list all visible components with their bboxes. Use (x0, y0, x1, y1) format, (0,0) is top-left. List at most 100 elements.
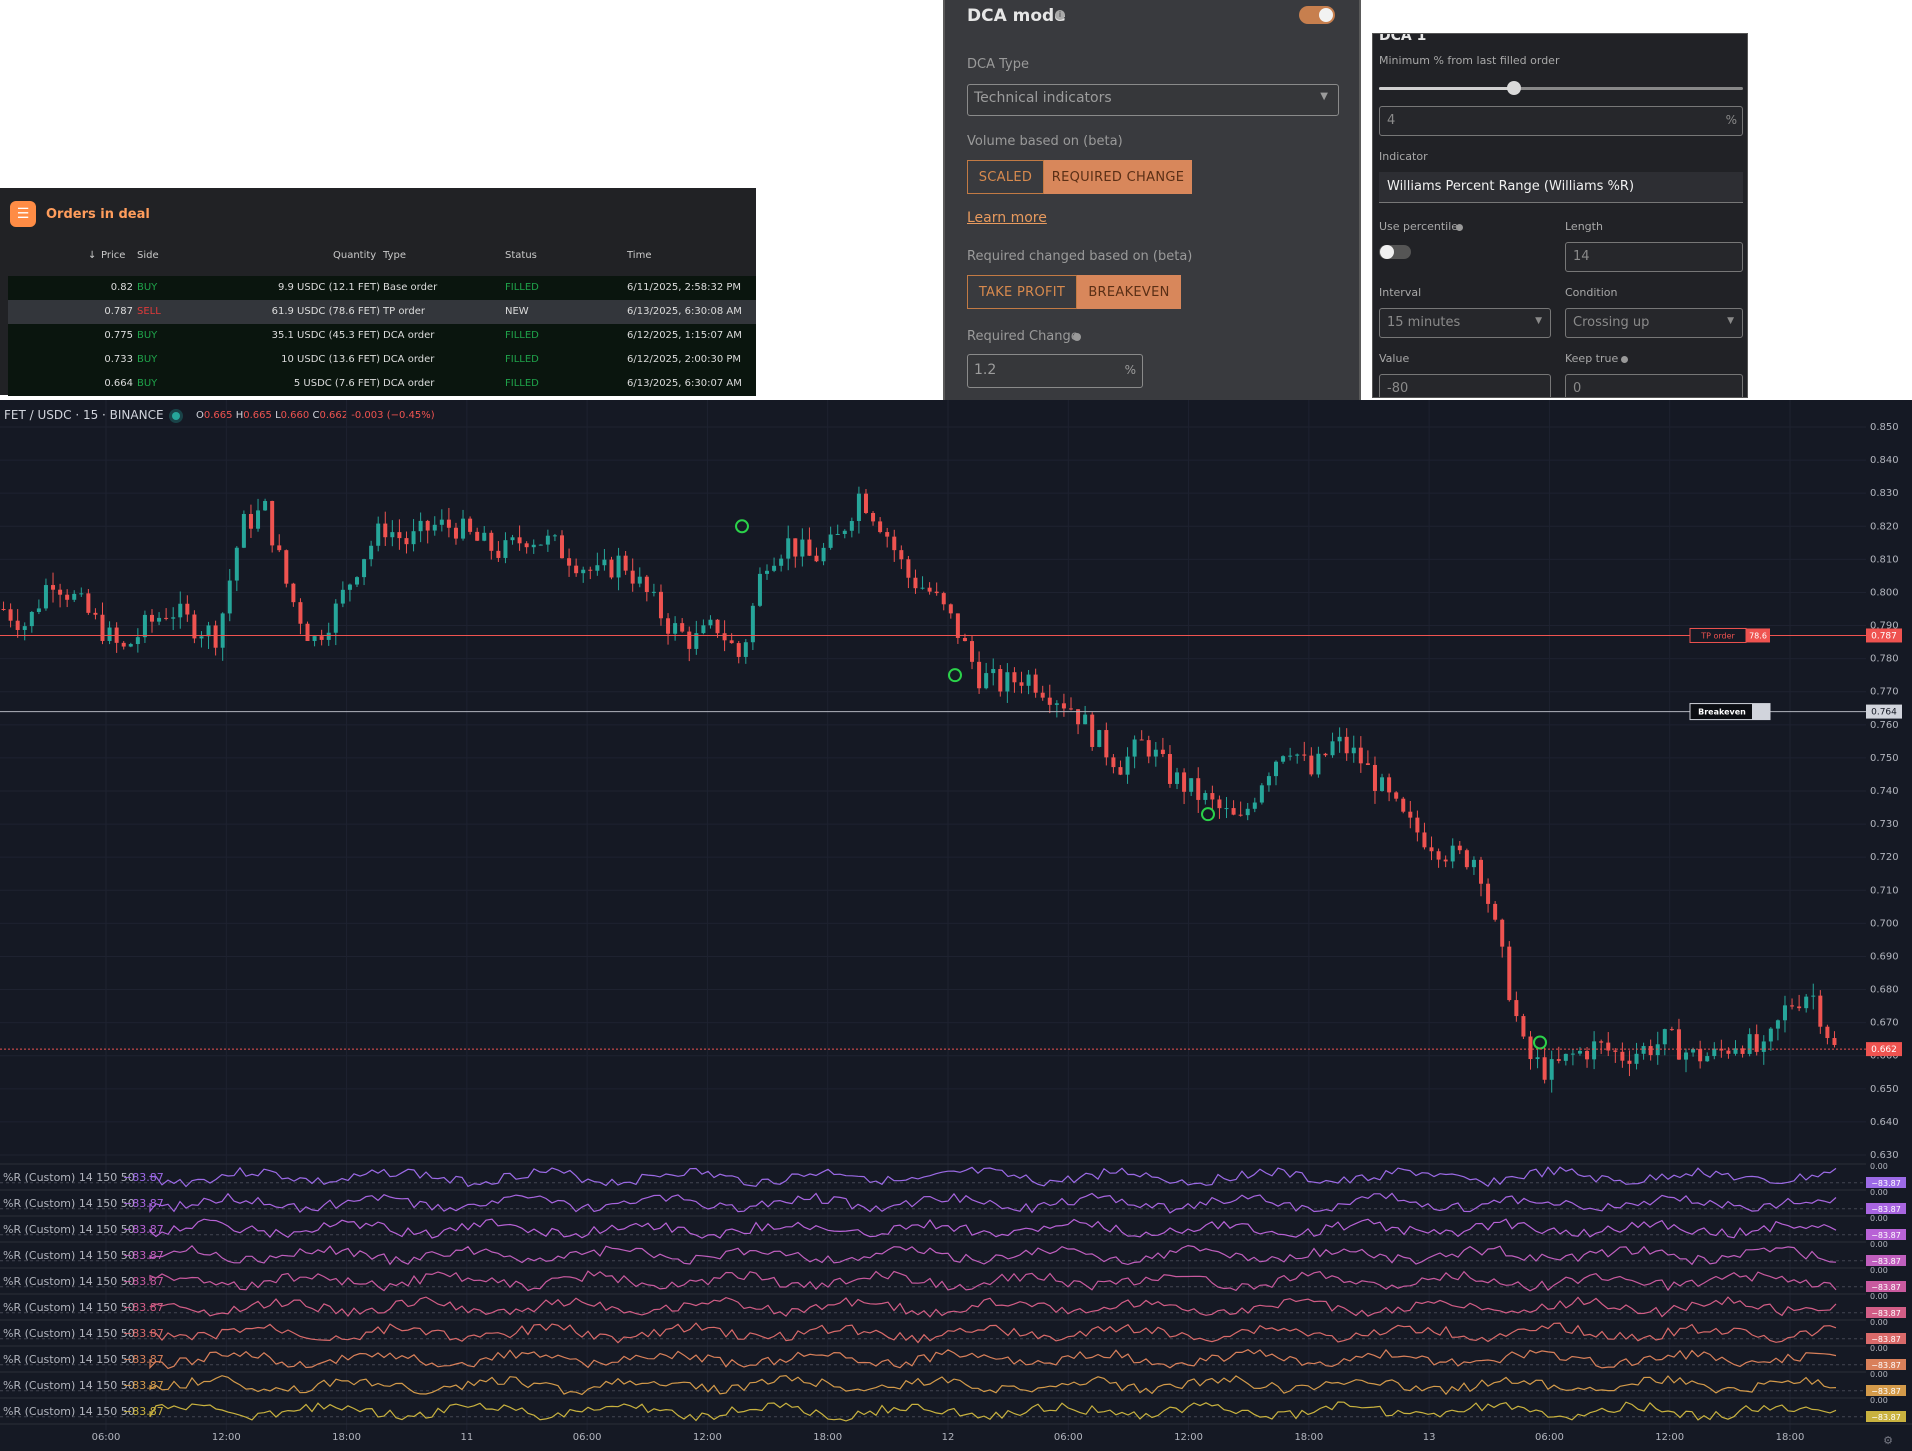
indicator-select[interactable]: Williams Percent Range (Williams %R) (1379, 172, 1743, 203)
col-status[interactable]: Status (505, 250, 537, 261)
order-type: DCA order (383, 378, 435, 389)
indicator-value: −83.87 (123, 1223, 164, 1236)
candle (948, 604, 953, 614)
indicator-label[interactable]: %R (Custom) 14 150 50 (3, 1171, 135, 1184)
col-quantity[interactable]: Quantity (333, 250, 376, 261)
dca-type-value: Technical indicators (974, 90, 1112, 106)
candle (998, 669, 1003, 692)
candle (651, 591, 656, 593)
length-label: Length (1565, 220, 1603, 233)
candle (1464, 850, 1469, 868)
indicator-tag-value: −83.87 (1871, 1179, 1901, 1188)
candle (1238, 814, 1243, 816)
indicator-tag-value: −83.87 (1871, 1387, 1901, 1396)
candle (701, 625, 706, 634)
dca-type-label: DCA Type (967, 57, 1029, 72)
table-row[interactable]: 0.82 BUY 9.9 USDC (12.1 FET) Base order FILL… (8, 276, 756, 300)
indicator-top-tick: 0.00 (1870, 1162, 1888, 1171)
length-input[interactable]: 14 (1565, 242, 1743, 272)
candle (1479, 859, 1484, 884)
candle (496, 550, 501, 558)
indicator-label[interactable]: %R (Custom) 14 150 50 (3, 1249, 135, 1262)
candle (149, 614, 154, 622)
orders-columns: ↓ Price Side Quantity Type Status Time (0, 250, 756, 264)
info-icon[interactable]: i (1055, 10, 1065, 20)
sort-arrow-icon[interactable]: ↓ (88, 250, 96, 261)
candle (793, 538, 798, 557)
candle (468, 518, 473, 532)
williams-r-line (149, 1192, 1837, 1214)
table-row[interactable]: 0.664 BUY 5 USDC (7.6 FET) DCA order FILLED 6… (8, 372, 756, 396)
required-change-button[interactable]: REQUIRED CHANGE (1044, 160, 1192, 194)
use-percentile-toggle[interactable] (1379, 245, 1411, 259)
table-row[interactable]: 0.775 BUY 35.1 USDC (45.3 FET) DCA order FIL… (8, 324, 756, 348)
candle (1676, 1029, 1681, 1060)
candle (1365, 763, 1370, 765)
candle (1655, 1044, 1660, 1056)
dca1-title: DCA 1 (1379, 33, 1427, 44)
candle (658, 591, 663, 619)
candle (1521, 1016, 1526, 1037)
candle (955, 613, 960, 638)
min-percent-input[interactable]: 4 % (1379, 106, 1743, 136)
breakeven-button[interactable]: BREAKEVEN (1077, 275, 1181, 309)
candle (93, 612, 98, 615)
price-chart[interactable]: FET / USDC · 15 · BINANCE O0.665 H0.665 … (0, 400, 1912, 1451)
value-input[interactable]: -80 (1379, 374, 1551, 397)
min-percent-slider-track[interactable] (1379, 81, 1743, 95)
indicator-label[interactable]: %R (Custom) 14 150 50 (3, 1197, 135, 1210)
dca-type-select[interactable]: Technical indicators ▼ (967, 84, 1339, 116)
candle (757, 573, 762, 606)
candle (842, 530, 847, 534)
scaled-button[interactable]: SCALED (967, 160, 1044, 194)
table-row[interactable]: 0.733 BUY 10 USDC (13.6 FET) DCA order FILLE… (8, 348, 756, 372)
dca-mode-toggle[interactable] (1299, 6, 1335, 24)
indicator-label[interactable]: %R (Custom) 14 150 50 (3, 1301, 135, 1314)
info-icon[interactable] (1456, 224, 1463, 231)
condition-select[interactable]: Crossing up ▼ (1565, 308, 1743, 338)
settings-gear-icon[interactable]: ⚙ (1883, 1434, 1893, 1447)
candle (750, 605, 755, 643)
indicator-label[interactable]: %R (Custom) 14 150 50 (3, 1353, 135, 1366)
col-price[interactable]: Price (101, 250, 125, 261)
indicator-label[interactable]: %R (Custom) 14 150 50 (3, 1327, 135, 1340)
percent-suffix: % (1725, 113, 1737, 127)
breakeven-qty-box (1752, 703, 1770, 720)
keep-true-input[interactable]: 0 (1565, 374, 1743, 397)
table-row[interactable]: 0.787 SELL 61.9 USDC (78.6 FET) TP order NEW… (8, 300, 756, 324)
info-icon[interactable] (1621, 356, 1628, 363)
learn-more-link[interactable]: Learn more (967, 210, 1047, 226)
order-status: NEW (505, 306, 529, 317)
chart-canvas[interactable]: 0.8500.8400.8300.8200.8100.8000.7900.780… (0, 400, 1912, 1451)
indicator-label[interactable]: %R (Custom) 14 150 50 (3, 1223, 135, 1236)
price-tick-label: 0.830 (1870, 488, 1899, 499)
interval-select[interactable]: 15 minutes ▼ (1379, 308, 1551, 338)
order-price: 0.775 (104, 330, 133, 341)
col-time[interactable]: Time (627, 250, 651, 261)
slider-handle[interactable] (1506, 81, 1521, 95)
min-percent-label: Minimum % from last filled order (1379, 54, 1560, 67)
candle (666, 618, 671, 634)
candle (439, 519, 444, 525)
indicator-label[interactable]: %R (Custom) 14 150 50 (3, 1405, 135, 1418)
indicator-label[interactable]: %R (Custom) 14 150 50 (3, 1379, 135, 1392)
required-change-input[interactable]: 1.2 % (967, 354, 1143, 388)
col-type[interactable]: Type (383, 250, 406, 261)
candle (1471, 859, 1476, 868)
candle (644, 576, 649, 592)
candle (1535, 1057, 1540, 1060)
candle (1570, 1053, 1575, 1055)
info-icon[interactable] (1073, 333, 1081, 341)
candle (991, 669, 996, 674)
candle (1167, 754, 1172, 784)
price-tick-label: 0.850 (1870, 422, 1899, 433)
take-profit-button[interactable]: TAKE PROFIT (967, 275, 1077, 309)
candle (446, 519, 451, 528)
order-time: 6/13/2025, 6:30:07 AM (627, 378, 742, 389)
indicator-label[interactable]: %R (Custom) 14 150 50 (3, 1275, 135, 1288)
keep-true-label: Keep true (1565, 352, 1619, 365)
candle (432, 524, 437, 531)
candle (1097, 730, 1102, 747)
col-side[interactable]: Side (137, 250, 159, 261)
candle (1231, 808, 1236, 815)
